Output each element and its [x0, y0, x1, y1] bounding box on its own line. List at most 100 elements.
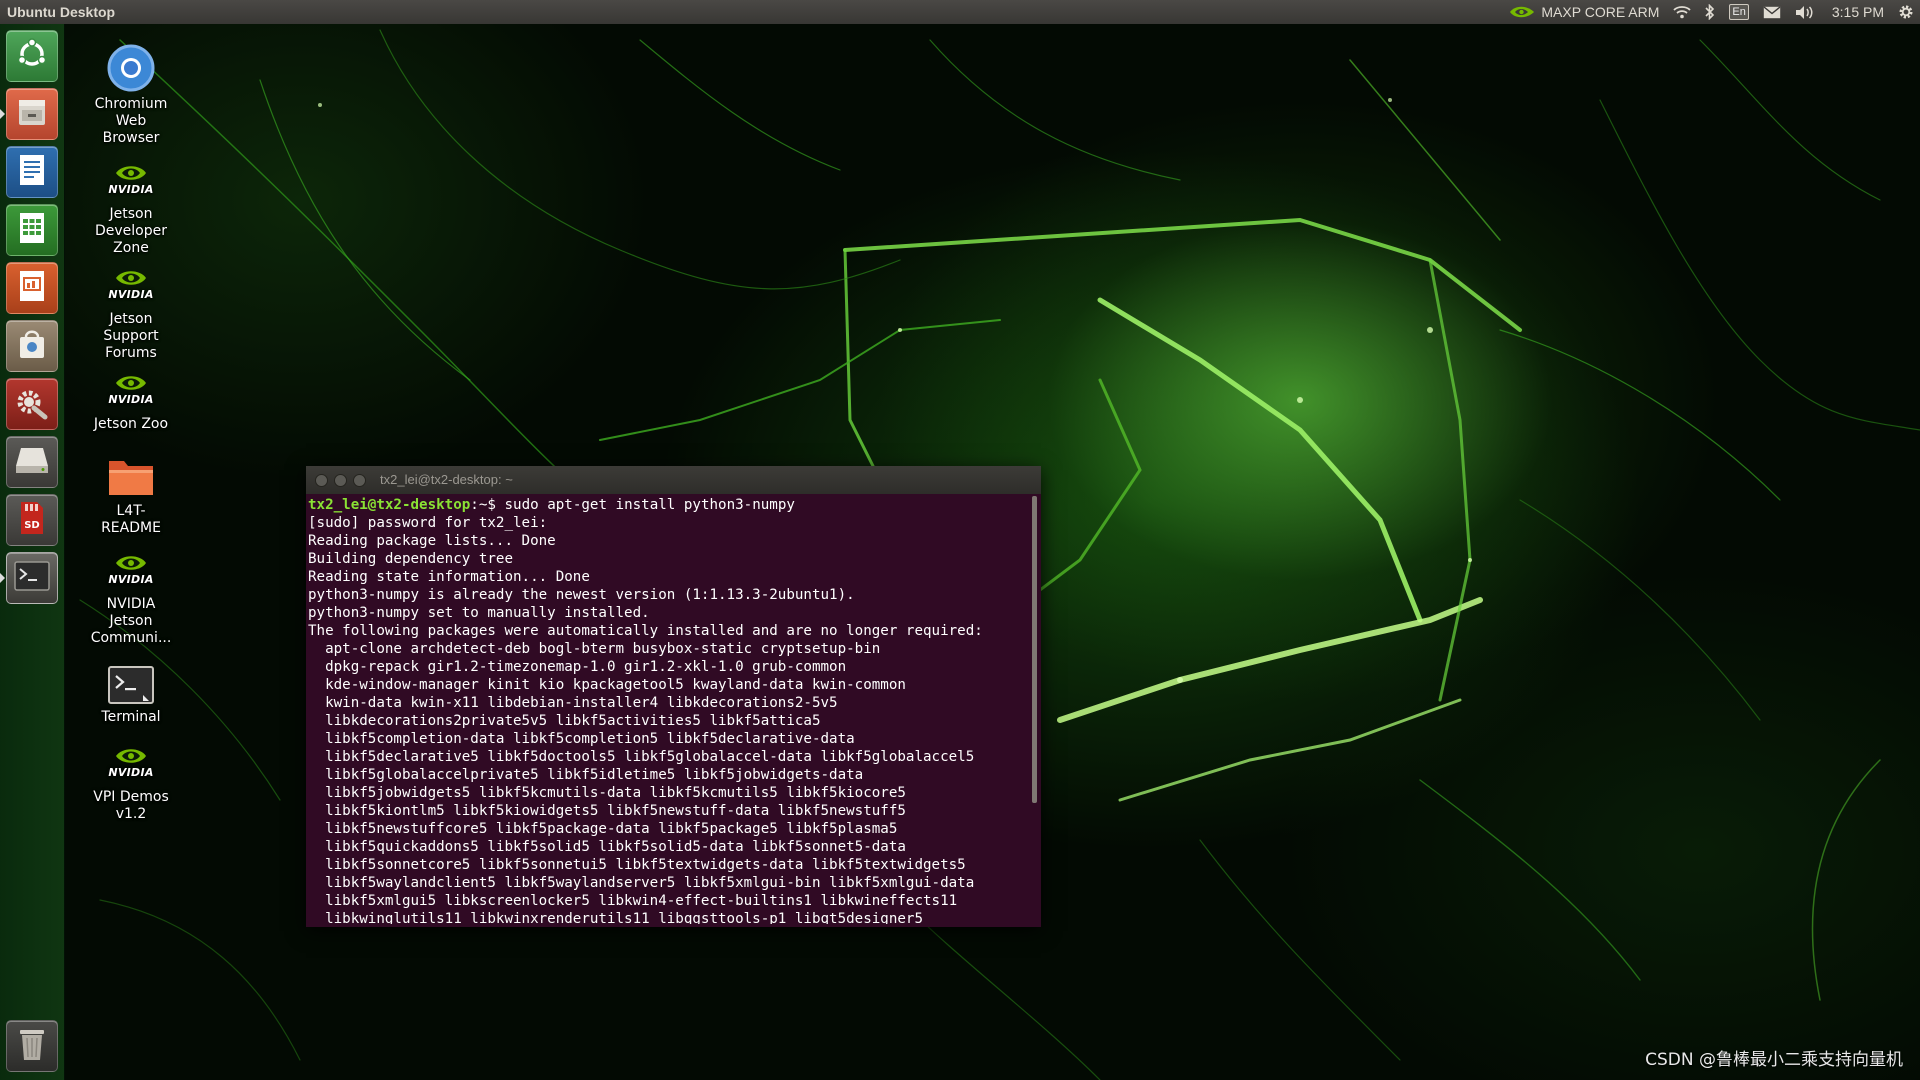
terminal-line: libkf5newstuffcore5 libkf5package-data l… — [308, 821, 898, 837]
desktop-icon-l4t-readme[interactable]: L4T- README — [80, 455, 182, 537]
terminal-command: sudo apt-get install python3-numpy — [504, 497, 795, 513]
shopping-bag-icon — [15, 326, 49, 366]
launcher-drive-button[interactable] — [6, 436, 58, 488]
terminal-line: libkf5globalaccelprivate5 libkf5idletime… — [308, 767, 864, 783]
desktop-icon-label: Jetson Support Forums — [103, 311, 159, 361]
speaker-icon — [1795, 5, 1815, 20]
launcher-settings-button[interactable] — [6, 378, 58, 430]
launcher-sd-card-button[interactable]: SD — [6, 494, 58, 546]
bluetooth-icon — [1705, 4, 1715, 20]
terminal-line: libkf5declarative5 libkf5doctools5 libkf… — [308, 749, 975, 765]
terminal-line: kwin-data kwin-x11 libdebian-installer4 … — [308, 695, 838, 711]
terminal-line: Reading package lists... Done — [308, 533, 556, 549]
terminal-line: libkf5quickaddons5 libkf5solid5 libkf5so… — [308, 839, 906, 855]
top-panel: Ubuntu Desktop MAXP CORE ARM En 3:15 PM — [0, 0, 1920, 24]
desktop-icon-label: L4T- README — [101, 503, 161, 536]
terminal-titlebar[interactable]: tx2_lei@tx2-desktop: ~ — [306, 466, 1041, 494]
minimize-button[interactable] — [334, 474, 347, 487]
svg-text:SD: SD — [24, 520, 40, 531]
launcher-files-button[interactable] — [6, 88, 58, 140]
desktop-icon-terminal[interactable]: Terminal — [80, 665, 182, 726]
terminal-line: [sudo] password for tx2_lei: — [308, 515, 548, 531]
terminal-line: libkf5sonnetcore5 libkf5sonnetui5 libkf5… — [308, 857, 966, 873]
launcher-impress-button[interactable] — [6, 262, 58, 314]
desktop-icon-jetson-zoo[interactable]: NVIDIA Jetson Zoo — [80, 372, 182, 433]
wifi-icon — [1673, 5, 1692, 19]
terminal-line: python3-numpy is already the newest vers… — [308, 587, 855, 603]
chromium-icon — [80, 44, 182, 92]
terminal-line: libkf5waylandclient5 libkf5waylandserver… — [308, 875, 975, 891]
nvidia-logo-icon: NVIDIA — [106, 372, 156, 412]
nvidia-icon — [1509, 4, 1535, 20]
desktop-icon-jetson-support-forums[interactable]: NVIDIA Jetson Support Forums — [80, 267, 182, 362]
terminal-line: libkf5xmlgui5 libkscreenlocker5 libkwin4… — [308, 893, 958, 909]
terminal-window[interactable]: tx2_lei@tx2-desktop: ~ tx2_lei@tx2-deskt… — [306, 466, 1041, 927]
sd-card-icon: SD — [17, 500, 47, 540]
bluetooth-indicator[interactable] — [1698, 0, 1722, 24]
terminal-output[interactable]: tx2_lei@tx2-desktop:~$ sudo apt-get inst… — [308, 496, 1026, 924]
terminal-line: libkwinglutils11 libkwinxrenderutils11 l… — [308, 911, 923, 924]
envelope-icon — [1763, 5, 1781, 19]
document-icon — [16, 152, 48, 192]
nvidia-logo-icon: NVIDIA — [106, 745, 156, 785]
nvidia-wordmark: NVIDIA — [108, 183, 154, 196]
sound-indicator[interactable] — [1788, 0, 1822, 24]
terminal-line: dpkg-repack gir1.2-timezonemap-1.0 gir1.… — [308, 659, 847, 675]
desktop-icon-label: VPI Demos v1.2 — [93, 789, 169, 822]
launcher-running-indicator — [0, 573, 5, 583]
desktop-icon-label: Chromium Web Browser — [94, 96, 168, 146]
desktop-icon-label: Jetson Developer Zone — [94, 206, 167, 256]
terminal-line: apt-clone archdetect-deb bogl-bterm busy… — [308, 641, 881, 657]
terminal-line: The following packages were automaticall… — [308, 623, 983, 639]
ubuntu-logo-icon — [14, 36, 50, 76]
spreadsheet-icon — [16, 210, 48, 250]
prompt-symbol: $ — [487, 497, 505, 513]
terminal-line: libkf5jobwidgets5 libkf5kcmutils-data li… — [308, 785, 906, 801]
terminal-line: python3-numpy set to manually installed. — [308, 605, 650, 621]
desktop-icon-label: NVIDIA Jetson Communi... — [90, 596, 172, 646]
nvidia-logo-icon: NVIDIA — [106, 267, 156, 307]
maximize-button[interactable] — [353, 474, 366, 487]
folder-icon — [80, 455, 182, 499]
desktop-icon-jetson-developer-zone[interactable]: NVIDIA Jetson Developer Zone — [80, 162, 182, 257]
terminal-line: libkf5completion-data libkf5completion5 … — [308, 731, 855, 747]
terminal-line: kde-window-manager kinit kio kpackagetoo… — [308, 677, 906, 693]
clock-indicator[interactable]: 3:15 PM — [1822, 0, 1894, 24]
session-indicator[interactable] — [1894, 0, 1920, 24]
terminal-scrollbar[interactable] — [1032, 496, 1037, 803]
desktop-icon-chromium[interactable]: Chromium Web Browser — [80, 44, 182, 147]
nvidia-wordmark: NVIDIA — [108, 393, 154, 406]
gear-icon — [1898, 4, 1914, 20]
terminal-icon — [80, 665, 182, 705]
lang-badge: En — [1729, 4, 1749, 20]
desktop-icon-nvidia-jetson-community[interactable]: NVIDIA NVIDIA Jetson Communi... — [80, 552, 182, 647]
hard-drive-icon — [13, 444, 51, 480]
messaging-indicator[interactable] — [1756, 0, 1788, 24]
settings-wrench-icon — [14, 384, 50, 424]
launcher-terminal-button[interactable] — [6, 552, 58, 604]
nvidia-logo-icon: NVIDIA — [106, 552, 156, 592]
launcher-trash-button[interactable] — [6, 1020, 58, 1072]
launcher: SD — [0, 24, 65, 1080]
launcher-writer-button[interactable] — [6, 146, 58, 198]
launcher-dash-button[interactable] — [6, 30, 58, 82]
power-mode-label: MAXP CORE ARM — [1541, 4, 1660, 20]
prompt-user: tx2_lei@tx2-desktop — [308, 497, 471, 513]
keyboard-layout-indicator[interactable]: En — [1722, 0, 1755, 24]
trash-icon — [16, 1025, 48, 1067]
power-mode-indicator[interactable]: MAXP CORE ARM — [1502, 0, 1666, 24]
panel-indicators: MAXP CORE ARM En 3:15 PM — [1502, 0, 1920, 24]
desktop-icon-vpi-demos[interactable]: NVIDIA VPI Demos v1.2 — [80, 745, 182, 823]
network-indicator[interactable] — [1666, 0, 1698, 24]
terminal-line: Building dependency tree — [308, 551, 513, 567]
terminal-line: Reading state information... Done — [308, 569, 590, 585]
terminal-line: libkdecorations2private5v5 libkf5activit… — [308, 713, 821, 729]
launcher-calc-button[interactable] — [6, 204, 58, 256]
nvidia-wordmark: NVIDIA — [108, 288, 154, 301]
desktop-icon-label: Jetson Zoo — [93, 416, 169, 432]
presentation-icon — [16, 268, 48, 308]
close-button[interactable] — [315, 474, 328, 487]
launcher-software-center-button[interactable] — [6, 320, 58, 372]
terminal-icon — [13, 560, 51, 596]
nvidia-wordmark: NVIDIA — [108, 573, 154, 586]
